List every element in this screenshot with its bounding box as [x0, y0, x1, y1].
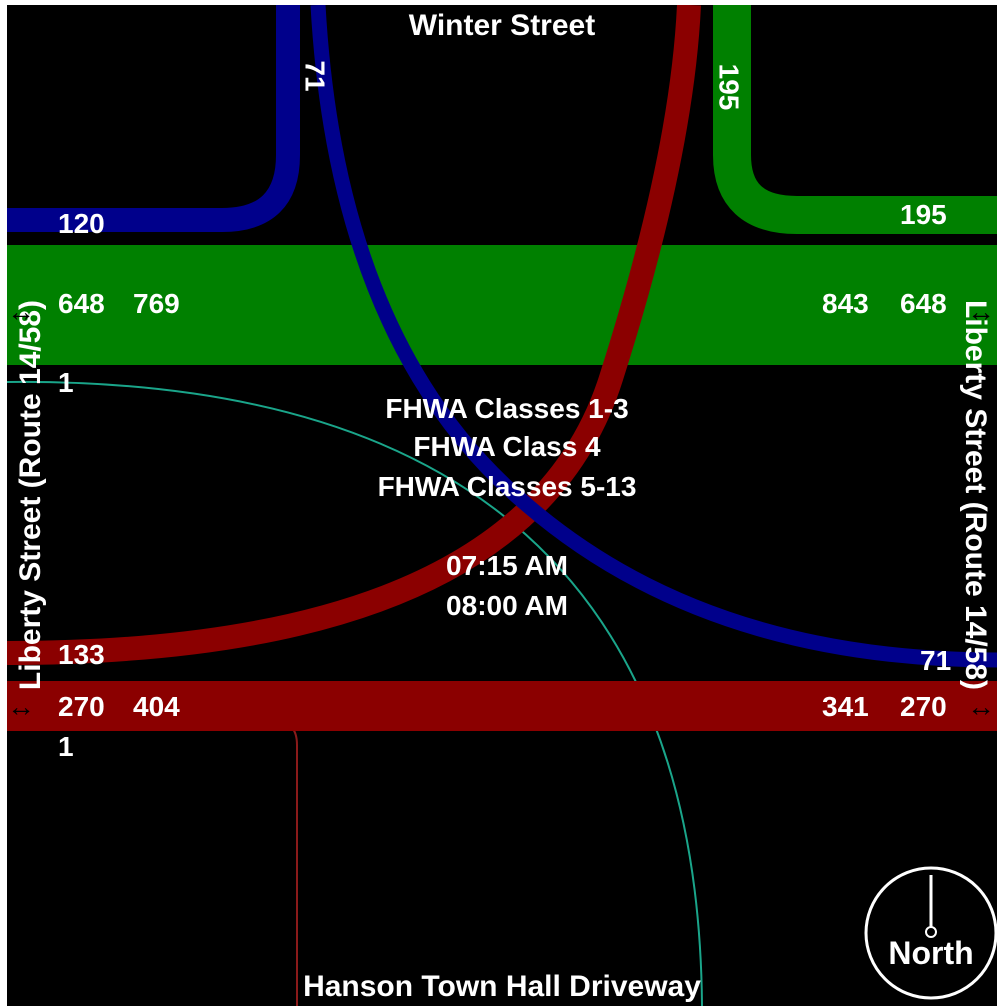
flow-layer	[7, 5, 997, 1006]
intersection-diagram: Winter Street Hanson Town Hall Driveway …	[7, 5, 997, 1006]
east-arrow-top: ↔	[967, 296, 995, 327]
north-label: North	[888, 935, 974, 971]
volume-green-left-2: 769	[133, 288, 180, 319]
east-street-name: Liberty Street (Route 14/58)	[959, 299, 992, 691]
volume-minor-left-2: 1	[58, 731, 74, 762]
volume-winter-out: 195	[713, 63, 745, 111]
legend-class-5-13: FHWA Classes 5-13	[377, 471, 637, 502]
south-street-name: Hanson Town Hall Driveway	[303, 970, 701, 1003]
volume-red-right-2: 270	[900, 691, 947, 722]
volume-red-left-1: 270	[58, 691, 105, 722]
west-arrow-top: ↔	[7, 296, 35, 327]
volume-ne-turn: 195	[900, 199, 947, 230]
west-arrow-bottom: ↔	[7, 691, 35, 722]
legend-class-1-3: FHWA Classes 1-3	[385, 393, 629, 424]
volume-green-right-1: 843	[822, 288, 869, 319]
legend-class-4: FHWA Class 4	[413, 431, 601, 462]
time-end: 08:00 AM	[446, 590, 568, 621]
volume-minor-left-1: 1	[58, 367, 74, 398]
volume-red-left-2: 404	[133, 691, 180, 722]
north-street-name: Winter Street	[408, 9, 596, 42]
minor-red-turn-line	[7, 720, 298, 1006]
volume-winter-in: 71	[299, 60, 331, 92]
west-street-name: Liberty Street (Route 14/58)	[14, 299, 47, 691]
volume-nw-turn: 120	[58, 208, 105, 239]
east-arrow-bottom: ↔	[967, 691, 995, 722]
north-compass-icon	[864, 866, 997, 1000]
volume-blue-right-turn: 71	[920, 645, 952, 676]
volume-red-left-turn: 133	[58, 639, 105, 670]
volume-green-right-2: 648	[900, 288, 947, 319]
time-start: 07:15 AM	[446, 550, 568, 581]
volume-green-left-1: 648	[58, 288, 105, 319]
volume-red-right-1: 341	[822, 691, 869, 722]
